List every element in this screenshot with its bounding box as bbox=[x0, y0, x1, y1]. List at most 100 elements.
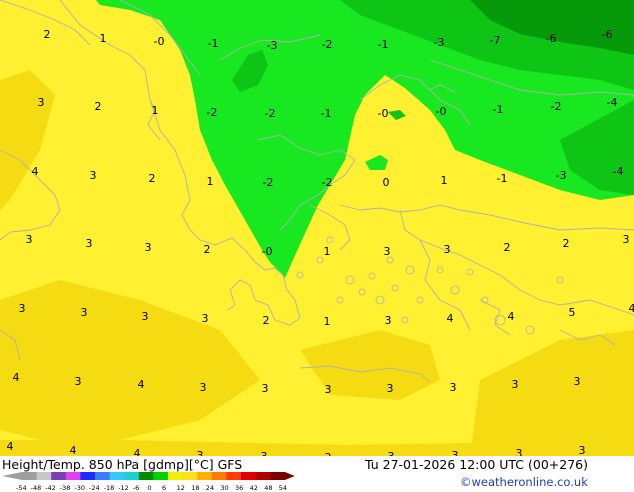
weather-map-stage: 2 1 -0 -1 -3 -2 -1 -3 -7 -6 -6 3 2 1 -2 -2 -1 -0 -0 -1 -2 -4 4… bbox=[0, 0, 634, 490]
legend-tick-label: 12 bbox=[177, 484, 185, 492]
temperature-value-label: -3 bbox=[434, 36, 445, 49]
temperature-value-label: 1 bbox=[100, 32, 107, 45]
legend-swatch bbox=[241, 472, 256, 480]
temperature-value-label: -2 bbox=[207, 106, 218, 119]
legend-swatch bbox=[37, 472, 52, 480]
temperature-value-label: 3 bbox=[202, 312, 209, 325]
legend-tick-label: 48 bbox=[264, 484, 272, 492]
temperature-value-label: 3 bbox=[200, 381, 207, 394]
temperature-value-label: 4 bbox=[32, 165, 39, 178]
legend-tick-label: 0 bbox=[147, 484, 151, 492]
credit-link[interactable]: ©weatheronline.co.uk bbox=[460, 475, 588, 489]
temperature-value-label: 3 bbox=[450, 381, 457, 394]
temperature-value-label: 2 bbox=[44, 28, 51, 41]
temperature-value-label: 2 bbox=[149, 172, 156, 185]
temperature-value-label: 3 bbox=[444, 243, 451, 256]
legend-tick-label: -42 bbox=[45, 484, 56, 492]
temperature-value-label: 3 bbox=[325, 383, 332, 396]
temperature-value-label: -1 bbox=[493, 103, 504, 116]
temperature-value-label: 3 bbox=[262, 382, 269, 395]
legend-swatch bbox=[22, 472, 37, 480]
temperature-value-label: 3 bbox=[387, 382, 394, 395]
legend-tick-label: -6 bbox=[133, 484, 139, 492]
temperature-value-label: -4 bbox=[613, 165, 624, 178]
temperature-value-label: -2 bbox=[322, 176, 333, 189]
temperature-value-label: -3 bbox=[556, 169, 567, 182]
temperature-value-label: 1 bbox=[207, 175, 214, 188]
temperature-map: 2 1 -0 -1 -3 -2 -1 -3 -7 -6 -6 3 2 1 -2 -2 -1 -0 -0 -1 -2 -4 4… bbox=[0, 0, 634, 456]
legend-tick-label: -38 bbox=[60, 484, 71, 492]
legend-swatch bbox=[153, 472, 168, 480]
legend-swatch bbox=[197, 472, 212, 480]
temperature-value-label: -0 bbox=[378, 107, 389, 120]
legend-swatch bbox=[183, 472, 198, 480]
temperature-value-label: 1 bbox=[441, 174, 448, 187]
temperature-value-label: -4 bbox=[607, 96, 618, 109]
legend-swatch bbox=[80, 472, 95, 480]
temperature-value-label: 3 bbox=[19, 302, 26, 315]
temperature-value-label: 3 bbox=[579, 444, 586, 456]
legend-swatch bbox=[95, 472, 110, 480]
temperature-value-label: 2 bbox=[563, 237, 570, 250]
temperature-value-label: -2 bbox=[265, 107, 276, 120]
legend-swatch bbox=[124, 472, 139, 480]
temperature-value-label: -7 bbox=[490, 34, 501, 47]
temperature-value-label: 3 bbox=[516, 447, 523, 456]
temperature-value-label: 2 bbox=[263, 314, 270, 327]
temperature-value-label: -3 bbox=[267, 39, 278, 52]
legend-tick-label: -48 bbox=[31, 484, 42, 492]
legend-arrow-right bbox=[285, 472, 295, 480]
temperature-value-label: 3 bbox=[145, 241, 152, 254]
legend-bars bbox=[2, 472, 295, 480]
temperature-value-label: 1 bbox=[152, 104, 159, 117]
color-legend bbox=[0, 471, 300, 483]
temperature-value-label: 3 bbox=[86, 237, 93, 250]
legend-swatch bbox=[139, 472, 154, 480]
temperature-value-label: 1 bbox=[324, 315, 331, 328]
temperature-value-label: 4 bbox=[138, 378, 145, 391]
temperature-value-label: 3 bbox=[38, 96, 45, 109]
legend-tick-label: 30 bbox=[220, 484, 228, 492]
legend-tick-label: 54 bbox=[279, 484, 287, 492]
temperature-value-label: -6 bbox=[546, 32, 557, 45]
temperature-value-label: -1 bbox=[378, 38, 389, 51]
temperature-value-label: 4 bbox=[134, 447, 141, 456]
temperature-value-label: 2 bbox=[204, 243, 211, 256]
legend-swatch bbox=[270, 472, 285, 480]
temperature-value-label: 2 bbox=[504, 241, 511, 254]
temperature-value-label: 3 bbox=[574, 375, 581, 388]
temperature-value-label: -0 bbox=[262, 245, 273, 258]
legend-tick-label: 36 bbox=[235, 484, 243, 492]
legend-tick-label: -12 bbox=[118, 484, 129, 492]
legend-tick-label: 42 bbox=[250, 484, 258, 492]
legend-tick-label: -54 bbox=[16, 484, 27, 492]
legend-swatch bbox=[66, 472, 81, 480]
temperature-value-label: -2 bbox=[551, 100, 562, 113]
legend-arrow-left bbox=[2, 472, 22, 480]
temperature-value-label: 0 bbox=[383, 176, 390, 189]
temperature-value-label: 3 bbox=[75, 375, 82, 388]
legend-swatch bbox=[226, 472, 241, 480]
legend-tick-label: -24 bbox=[89, 484, 100, 492]
temperature-value-label: 4 bbox=[447, 312, 454, 325]
temperature-value-label: -1 bbox=[208, 37, 219, 50]
temperature-value-label: 3 bbox=[142, 310, 149, 323]
temperature-value-label: 4 bbox=[508, 310, 515, 323]
temperature-value-label: 5 bbox=[569, 306, 576, 319]
legend-swatch bbox=[168, 472, 183, 480]
temperature-value-label: -1 bbox=[321, 107, 332, 120]
temperature-value-label: -0 bbox=[154, 35, 165, 48]
temperature-value-label: -0 bbox=[436, 105, 447, 118]
temperature-value-label: 2 bbox=[95, 100, 102, 113]
temperature-value-label: 3 bbox=[197, 449, 204, 456]
legend-tick-label: -18 bbox=[104, 484, 115, 492]
temperature-value-label: 4 bbox=[629, 302, 634, 315]
temperature-value-label: 4 bbox=[70, 444, 77, 456]
temperature-value-label: 3 bbox=[512, 378, 519, 391]
temperature-value-label: -2 bbox=[263, 176, 274, 189]
legend-swatch bbox=[212, 472, 227, 480]
temperature-value-label: 4 bbox=[13, 371, 20, 384]
temperature-value-label: -2 bbox=[322, 38, 333, 51]
temperature-value-label: -6 bbox=[602, 28, 613, 41]
temperature-value-label: 3 bbox=[623, 233, 630, 246]
